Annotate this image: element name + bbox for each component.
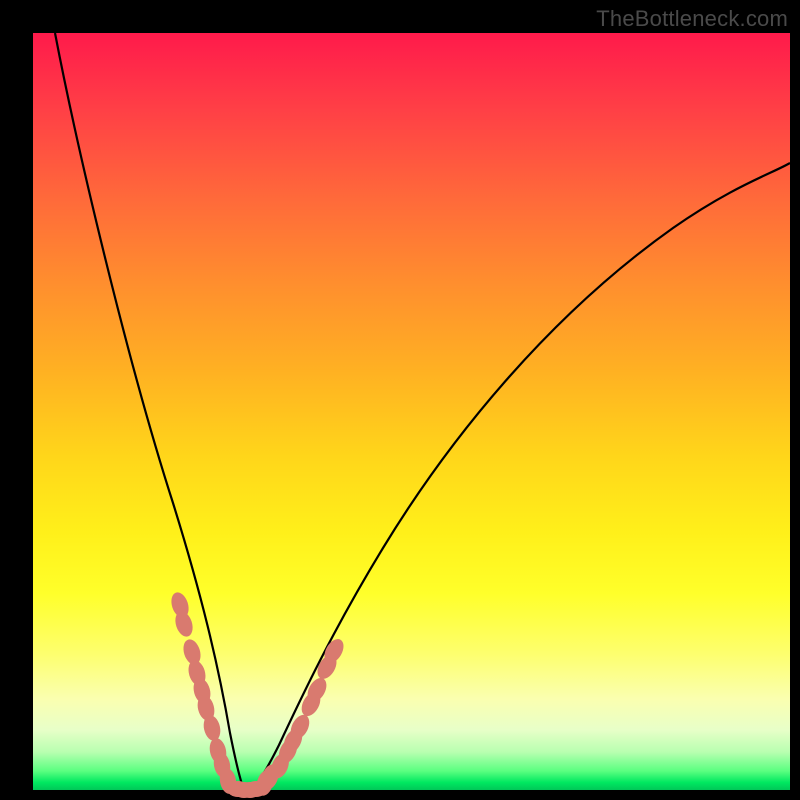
right-curve [251, 163, 790, 790]
bead-group-left [168, 590, 238, 795]
plot-area [33, 33, 790, 790]
left-curve [55, 33, 244, 790]
bead-group-right [254, 636, 348, 798]
chart-frame: TheBottleneck.com [0, 0, 800, 800]
watermark-text: TheBottleneck.com [596, 6, 788, 32]
curve-layer [33, 33, 790, 790]
